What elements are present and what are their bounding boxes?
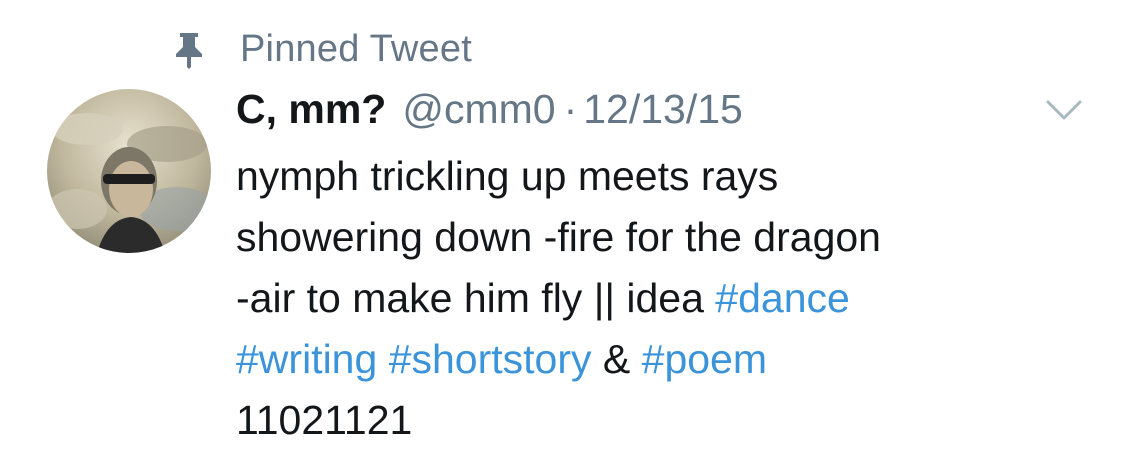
- author-name[interactable]: C, mm?: [236, 86, 386, 133]
- tweet-text-line: nymph trickling up meets rays: [236, 153, 779, 199]
- tweet-text: nymph trickling up meets rays showering …: [236, 146, 1076, 451]
- pin-icon: [172, 29, 206, 69]
- tweet-text-line: -air to make him fly || idea #dance: [236, 268, 1076, 329]
- tweet-header: C, mm? @cmm0 · 12/13/15: [236, 86, 743, 136]
- pinned-tweet-label: Pinned Tweet: [240, 27, 472, 70]
- pinned-tweet-indicator: Pinned Tweet: [172, 24, 472, 74]
- header-separator: ·: [563, 86, 578, 132]
- author-handle[interactable]: @cmm0: [402, 86, 555, 133]
- hashtag-link[interactable]: #writing: [236, 336, 377, 382]
- avatar[interactable]: [47, 89, 211, 253]
- chevron-down-icon[interactable]: [1044, 98, 1084, 122]
- tweet-text-segment: &: [591, 336, 642, 382]
- tweet-text-segment: [377, 336, 388, 382]
- tweet-text-line: 11021121: [236, 397, 413, 443]
- tweet-text-line: #writing #shortstory & #poem: [236, 329, 1076, 390]
- hashtag-link[interactable]: #dance: [715, 275, 850, 321]
- hashtag-link[interactable]: #shortstory: [389, 336, 592, 382]
- tweet-text-segment: -air to make him fly || idea: [236, 275, 716, 321]
- tweet-date[interactable]: 12/13/15: [583, 86, 743, 133]
- hashtag-link[interactable]: #poem: [642, 336, 767, 382]
- tweet-text-line: showering down -fire for the dragon: [236, 214, 881, 260]
